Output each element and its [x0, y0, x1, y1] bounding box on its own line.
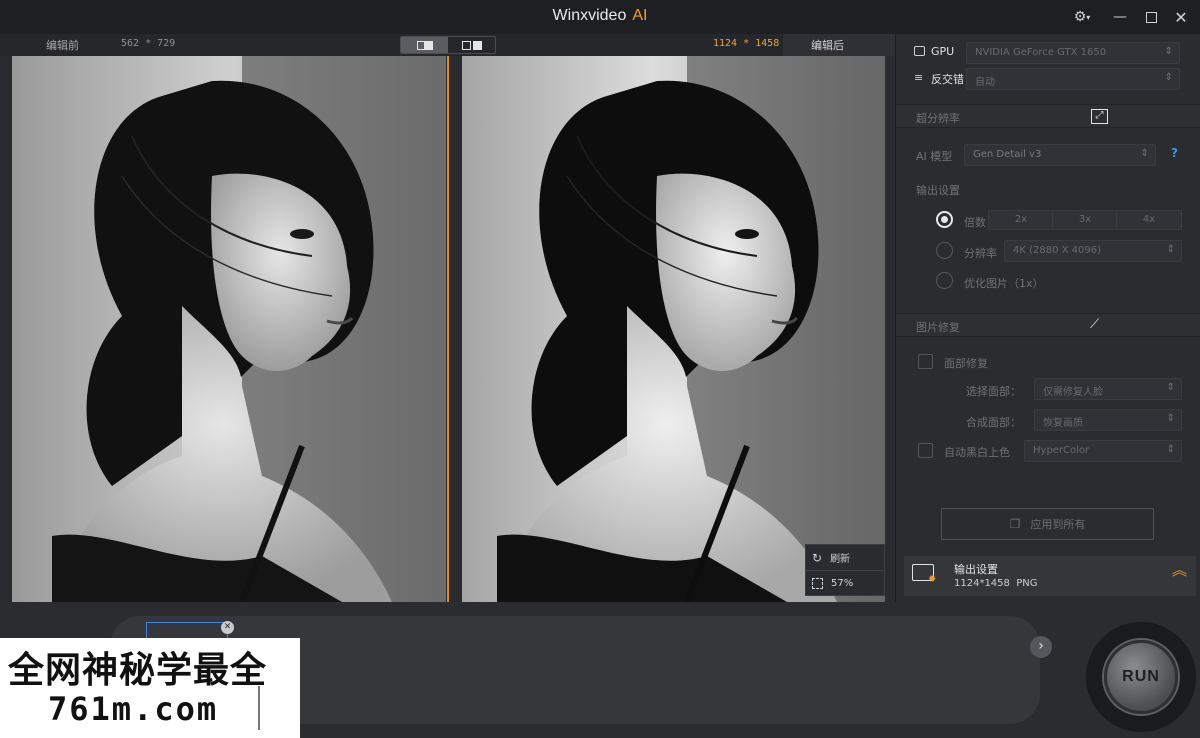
- gpu-icon: [914, 46, 925, 56]
- watermark-divider: [258, 686, 260, 730]
- settings-gear-icon[interactable]: ⚙ ▾: [1070, 6, 1094, 28]
- face-restore-label: 面部修复: [944, 357, 988, 370]
- settings-panel: GPU NVIDIA GeForce GTX 1650 ≡ 反交错 自动 超分辨…: [895, 34, 1200, 602]
- zoom-button[interactable]: 57%: [806, 570, 884, 595]
- ai-model-label: AI 模型: [916, 150, 953, 163]
- gpu-select[interactable]: NVIDIA GeForce GTX 1650: [966, 42, 1180, 64]
- optimize-radio[interactable]: [936, 272, 953, 289]
- single-view-button[interactable]: [401, 37, 448, 53]
- after-label: 编辑后: [811, 39, 844, 52]
- output-detail: 1124*1458 PNG: [954, 578, 1038, 589]
- resolution-label: 分辨率: [964, 247, 997, 260]
- upscale-icon: ⤢: [1091, 109, 1108, 124]
- watermark-line1: 全网神秘学最全: [8, 650, 268, 691]
- deinterlace-select[interactable]: 自动: [966, 68, 1180, 90]
- select-face-select[interactable]: 仅需修复人脸: [1034, 378, 1182, 400]
- zoom-level: 57%: [831, 577, 854, 589]
- deinterlace-icon: ≡: [914, 71, 924, 84]
- colorize-checkbox[interactable]: [918, 443, 933, 458]
- deinterlace-label: 反交错: [931, 73, 964, 86]
- app-title-text: Winxvideo: [552, 7, 627, 24]
- next-arrow-icon[interactable]: ›: [1030, 636, 1052, 658]
- apply-all-button[interactable]: ❐ 应用到所有: [941, 508, 1154, 540]
- blend-select[interactable]: 恢复画质: [1034, 409, 1182, 431]
- super-resolution-section[interactable]: 超分辨率 ⤢: [896, 104, 1200, 128]
- zoom-panel: ↻ 刷新 57%: [805, 544, 885, 596]
- select-face-label: 选择面部：: [966, 385, 1021, 398]
- refresh-icon: ↻: [812, 550, 823, 565]
- view-mode-toggle[interactable]: [400, 36, 496, 54]
- before-size: 562 * 729: [121, 38, 176, 49]
- super-resolution-title: 超分辨率: [916, 112, 960, 125]
- title-bar: Winxvideo AI ⚙ ▾ — ✕: [0, 0, 1200, 34]
- scale-radio[interactable]: [936, 211, 953, 228]
- apply-all-label: 应用到所有: [1030, 518, 1086, 531]
- restore-wand-icon: ⟋: [1090, 317, 1100, 332]
- monitor-gear-icon: ✹: [928, 574, 937, 585]
- colorize-select[interactable]: HyperColor: [1024, 440, 1182, 462]
- restoration-title: 图片修复: [916, 321, 960, 334]
- face-restore-checkbox[interactable]: [918, 354, 933, 369]
- expand-chevron-icon[interactable]: ︽: [1172, 563, 1187, 578]
- run-button[interactable]: RUN: [1104, 640, 1178, 714]
- ai-model-select[interactable]: Gen Detail v3: [964, 144, 1156, 166]
- copy-icon: ❐: [1009, 517, 1021, 531]
- zoom-fit-icon: [812, 577, 823, 589]
- refresh-label: 刷新: [830, 554, 851, 565]
- maximize-icon[interactable]: [1139, 6, 1163, 28]
- restoration-section[interactable]: 图片修复 ⟋: [896, 313, 1200, 337]
- after-tab[interactable]: 编辑后: [783, 34, 895, 56]
- app-title-ai: AI: [632, 7, 648, 24]
- single-view-icon: [416, 40, 433, 50]
- help-icon[interactable]: ?: [1171, 146, 1178, 160]
- after-image: [462, 56, 885, 602]
- blend-label: 合成面部：: [966, 416, 1021, 429]
- colorize-label: 自动黑白上色: [944, 446, 1010, 459]
- resolution-select[interactable]: 4K (2880 X 4096): [1004, 240, 1182, 262]
- watermark-line2: 761m.com: [48, 690, 219, 728]
- minimize-icon[interactable]: —: [1108, 6, 1132, 28]
- scale-3x-button[interactable]: 3x: [1052, 210, 1118, 230]
- compare-divider[interactable]: [447, 56, 449, 602]
- split-view-button[interactable]: [448, 37, 495, 53]
- app-title: Winxvideo AI: [0, 7, 1200, 25]
- scale-4x-button[interactable]: 4x: [1116, 210, 1182, 230]
- close-icon[interactable]: ✕: [1169, 6, 1193, 28]
- gpu-label: GPU: [931, 45, 955, 58]
- watermark: 全网神秘学最全 761m.com: [0, 638, 300, 738]
- compare-bar: 编辑前 562 * 729 1124 * 1458 编辑后: [0, 34, 895, 56]
- output-title: 输出设置: [954, 563, 998, 576]
- split-view-icon: [461, 40, 482, 50]
- preview-area: ↻ 刷新 57%: [0, 56, 895, 602]
- scale-2x-button[interactable]: 2x: [988, 210, 1054, 230]
- output-settings-bar[interactable]: ✹ 输出设置 1124*1458 PNG ︽: [904, 556, 1196, 596]
- optimize-label: 优化图片（1x）: [964, 277, 1044, 290]
- resolution-radio[interactable]: [936, 242, 953, 259]
- before-image: [12, 56, 446, 602]
- remove-thumbnail-icon[interactable]: ✕: [221, 621, 234, 634]
- refresh-button[interactable]: ↻ 刷新: [806, 545, 884, 570]
- after-size: 1124 * 1458: [713, 38, 780, 49]
- output-settings-sublabel: 输出设置: [916, 184, 960, 197]
- before-label: 编辑前: [46, 39, 79, 52]
- scale-label: 倍数: [964, 216, 986, 229]
